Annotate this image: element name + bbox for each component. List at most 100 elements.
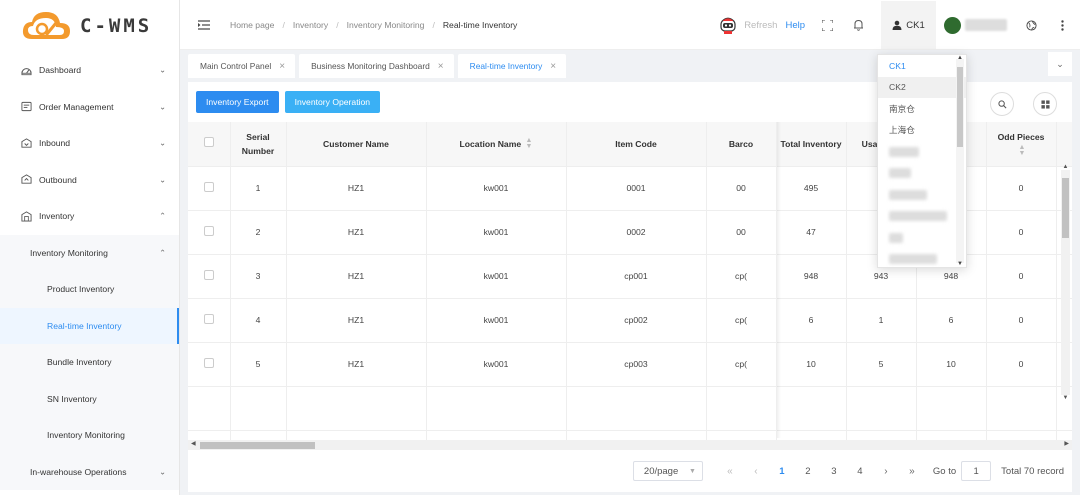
- sidebar-item-inbound[interactable]: Inbound ⌄: [0, 125, 179, 162]
- sidebar-item-bundle-inventory[interactable]: Bundle Inventory: [0, 344, 179, 381]
- fullscreen-icon[interactable]: [819, 17, 835, 33]
- dropdown-option-redacted[interactable]: [878, 249, 966, 271]
- dropdown-option-redacted[interactable]: [878, 184, 966, 206]
- scroll-right-icon[interactable]: ▶: [1064, 440, 1069, 447]
- next-page-icon[interactable]: ›: [873, 466, 899, 477]
- scroll-thumb[interactable]: [957, 67, 963, 147]
- scroll-thumb[interactable]: [200, 442, 315, 449]
- select-all-checkbox[interactable]: [203, 136, 214, 147]
- breadcrumb-inventory-monitoring[interactable]: Inventory Monitoring: [347, 20, 425, 30]
- cell-total: 10: [776, 342, 847, 387]
- dropdown-option-nanjing[interactable]: 南京仓: [878, 98, 966, 120]
- inventory-operation-button[interactable]: Inventory Operation: [284, 91, 381, 113]
- close-icon[interactable]: ×: [550, 61, 556, 72]
- scroll-down-icon[interactable]: ▼: [1061, 395, 1070, 401]
- header-location-name[interactable]: Location Name ▲ ▼: [426, 122, 567, 167]
- horizontal-scrollbar[interactable]: ◀ ▶: [188, 440, 1072, 450]
- inventory-export-button[interactable]: Inventory Export: [196, 91, 279, 113]
- sidebar-item-dashboard[interactable]: Dashboard ⌄: [0, 52, 179, 89]
- refresh-link[interactable]: Refresh: [744, 20, 777, 31]
- page-number[interactable]: 2: [795, 466, 821, 477]
- sidebar-item-order-management[interactable]: Order Management ⌄: [0, 89, 179, 126]
- menu-collapse-icon[interactable]: [196, 17, 212, 33]
- row-checkbox[interactable]: [203, 314, 214, 324]
- sidebar-item-inventory-monitoring[interactable]: Inventory Monitoring: [0, 417, 179, 454]
- table-row[interactable]: 4 HZ1 kw001 cp002 cp( 6 1 6 0: [188, 298, 1072, 343]
- tab-main-control-panel[interactable]: Main Control Panel ×: [188, 54, 296, 78]
- sort-icon[interactable]: ▲ ▼: [1019, 144, 1026, 157]
- breadcrumb-inventory[interactable]: Inventory: [293, 20, 328, 30]
- help-link[interactable]: Help: [785, 20, 805, 31]
- scroll-thumb[interactable]: [1062, 178, 1069, 238]
- sort-icon[interactable]: ▲ ▼: [526, 137, 533, 150]
- chevron-down-icon[interactable]: ⌄: [1048, 52, 1072, 76]
- sidebar-item-sn-inventory[interactable]: SN Inventory: [0, 380, 179, 417]
- caret-down-icon: ▼: [688, 467, 696, 475]
- dropdown-option-redacted[interactable]: [878, 163, 966, 185]
- sidebar-item-label: Real-time Inventory: [47, 320, 122, 331]
- header-odd-pieces[interactable]: Odd Pieces ▲ ▼: [986, 122, 1057, 167]
- page-number[interactable]: 3: [821, 466, 847, 477]
- scroll-up-icon[interactable]: ▲: [1061, 164, 1070, 170]
- row-checkbox[interactable]: [203, 358, 214, 368]
- close-icon[interactable]: ×: [438, 61, 444, 72]
- tab-business-monitoring-dashboard[interactable]: Business Monitoring Dashboard ×: [299, 54, 454, 78]
- cell-barcode: cp(: [706, 254, 777, 299]
- sidebar-item-outbound[interactable]: Outbound ⌄: [0, 162, 179, 199]
- page-number[interactable]: 4: [847, 466, 873, 477]
- table-row[interactable]: 5 HZ1 kw001 cp003 cp( 10 5 10 0: [188, 342, 1072, 387]
- more-vertical-icon[interactable]: [1054, 17, 1070, 33]
- dropdown-option-redacted[interactable]: [878, 206, 966, 228]
- dropdown-scrollbar[interactable]: ▲ ▼: [956, 55, 964, 267]
- globe-icon[interactable]: [1023, 17, 1039, 33]
- vertical-scrollbar[interactable]: ▲ ▼: [1061, 164, 1070, 401]
- dropdown-option-ck2[interactable]: CK2: [878, 76, 966, 98]
- search-icon[interactable]: [990, 92, 1014, 116]
- row-checkbox[interactable]: [203, 226, 214, 236]
- username-redacted[interactable]: [965, 19, 1007, 31]
- row-checkbox[interactable]: [203, 182, 214, 192]
- dropdown-option-redacted[interactable]: [878, 141, 966, 163]
- warehouse-selector[interactable]: CK1: [881, 1, 936, 49]
- table-row-partial: [188, 386, 1072, 431]
- sidebar-item-label: Inventory Monitoring: [30, 247, 108, 258]
- cell-usable: 5: [846, 342, 917, 387]
- inventory-icon: [20, 210, 32, 222]
- page-number[interactable]: 1: [769, 466, 795, 477]
- tab-real-time-inventory[interactable]: Real-time Inventory ×: [457, 54, 567, 78]
- dropdown-option-ck1[interactable]: CK1: [878, 55, 966, 77]
- bell-icon[interactable]: [850, 17, 866, 33]
- cell-odd: 0: [986, 298, 1057, 343]
- dropdown-option-redacted[interactable]: [878, 227, 966, 249]
- cell-odd: 0: [986, 210, 1057, 255]
- page-size-select[interactable]: 20/page ▼: [632, 461, 703, 481]
- order-icon: [20, 101, 32, 113]
- sidebar-item-label: In-warehouse Operations: [30, 466, 127, 477]
- close-icon[interactable]: ×: [279, 61, 285, 72]
- sidebar-item-inventory[interactable]: Inventory ⌃: [0, 198, 179, 235]
- breadcrumb-home[interactable]: Home page: [230, 20, 274, 30]
- chevron-down-icon: ⌄: [159, 138, 166, 148]
- cell-customer: HZ1: [286, 342, 427, 387]
- column-settings-icon[interactable]: [1033, 92, 1057, 116]
- scroll-left-icon[interactable]: ◀: [191, 440, 196, 447]
- breadcrumb: Home page / Inventory / Inventory Monito…: [230, 20, 517, 30]
- cell-serial: 4: [230, 298, 287, 343]
- robot-assistant-icon[interactable]: [718, 15, 738, 35]
- sidebar: C-WMS Dashboard ⌄ Order Management ⌄ Inb…: [0, 0, 180, 495]
- sidebar-item-real-time-inventory[interactable]: Real-time Inventory: [0, 307, 179, 344]
- scroll-up-icon[interactable]: ▲: [956, 55, 964, 61]
- last-page-icon[interactable]: »: [899, 466, 925, 477]
- scroll-down-icon[interactable]: ▼: [956, 261, 964, 267]
- row-checkbox[interactable]: [203, 270, 214, 280]
- avatar[interactable]: [944, 16, 961, 34]
- prev-page-icon[interactable]: ‹: [743, 466, 769, 477]
- sidebar-item-inventory-monitoring-group[interactable]: Inventory Monitoring ⌃: [0, 234, 179, 271]
- chevron-up-icon: ⌃: [159, 211, 166, 221]
- first-page-icon[interactable]: «: [717, 466, 743, 477]
- goto-page-input[interactable]: 1: [961, 461, 992, 481]
- dropdown-option-shanghai[interactable]: 上海仓: [878, 120, 966, 142]
- sidebar-item-product-inventory[interactable]: Product Inventory: [0, 271, 179, 308]
- logo[interactable]: C-WMS: [0, 0, 179, 52]
- sidebar-item-in-warehouse-operations[interactable]: In-warehouse Operations ⌄: [0, 453, 179, 490]
